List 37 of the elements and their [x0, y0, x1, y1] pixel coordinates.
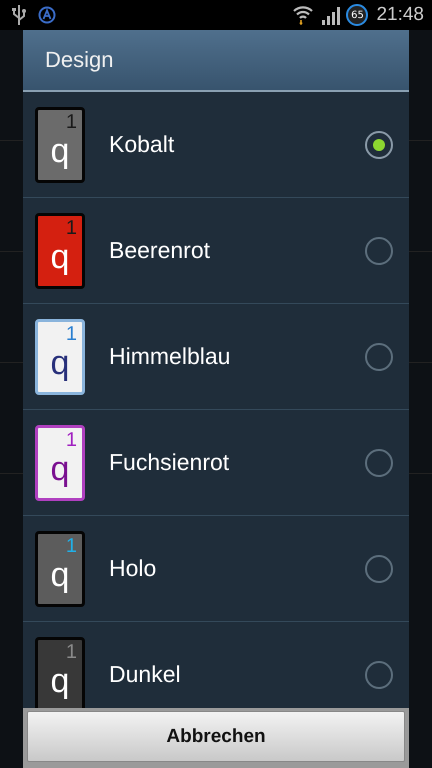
theme-option[interactable]: 1 q Fuchsienrot — [23, 410, 409, 516]
option-label: Kobalt — [109, 131, 176, 158]
signal-icon — [320, 5, 340, 25]
clock: 21:48 — [376, 4, 424, 26]
key-letter: q — [50, 240, 70, 274]
battery-level: 65 — [346, 4, 368, 26]
dialog-title: Design — [23, 30, 409, 92]
circled-a-icon — [38, 6, 56, 24]
radio-button[interactable] — [365, 130, 393, 158]
radio-button[interactable] — [365, 554, 393, 582]
key-digit: 1 — [66, 640, 77, 664]
option-label: Himmelblau — [109, 343, 232, 370]
theme-option[interactable]: 1 q Beerenrot — [23, 198, 409, 304]
key-digit: 1 — [66, 216, 77, 240]
option-label: Beerenrot — [109, 237, 212, 264]
cancel-button[interactable]: Abbrechen — [27, 711, 405, 762]
theme-option[interactable]: 1 q Himmelblau — [23, 304, 409, 410]
key-letter: q — [50, 558, 70, 592]
radio-button[interactable] — [365, 342, 393, 370]
radio-button[interactable] — [365, 448, 393, 476]
theme-option[interactable]: 1 q Holo — [23, 516, 409, 622]
key-letter: q — [50, 664, 70, 698]
theme-option[interactable]: 1 q Kobalt — [23, 92, 409, 198]
radio-button[interactable] — [365, 660, 393, 688]
key-digit: 1 — [66, 322, 77, 346]
key-digit: 1 — [66, 534, 77, 558]
key-digit: 1 — [66, 110, 77, 134]
key-letter: q — [50, 346, 70, 380]
key-letter: q — [50, 452, 70, 486]
key-digit: 1 — [66, 428, 77, 452]
option-label: Holo — [109, 555, 158, 582]
wifi-icon — [292, 5, 314, 25]
key-letter: q — [50, 134, 70, 168]
usb-icon — [12, 4, 26, 26]
option-label: Dunkel — [109, 661, 182, 688]
radio-button[interactable] — [365, 236, 393, 264]
option-label: Fuchsienrot — [109, 449, 230, 476]
